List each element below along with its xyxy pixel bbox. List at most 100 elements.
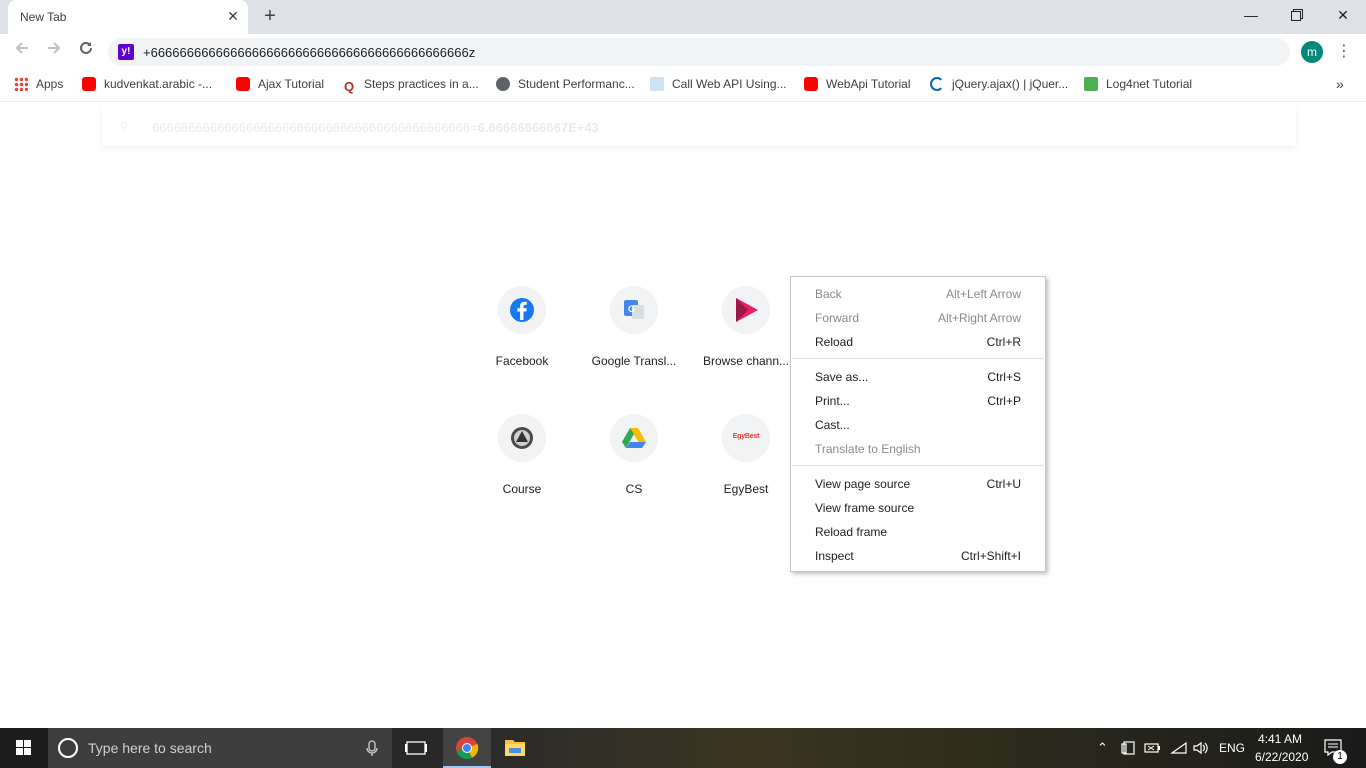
new-tab-button[interactable]: + xyxy=(258,5,282,29)
facebook-icon xyxy=(498,286,546,334)
taskbar-search-box[interactable]: Type here to search xyxy=(48,728,392,768)
taskbar-file-explorer[interactable] xyxy=(491,728,539,768)
bookmark-label: WebApi Tutorial xyxy=(826,77,911,91)
context-menu-forward[interactable]: Forward Alt+Right Arrow xyxy=(791,306,1045,330)
bookmark-label: Log4net Tutorial xyxy=(1106,77,1193,91)
microphone-icon xyxy=(366,740,378,756)
context-menu-reload-frame[interactable]: Reload frame xyxy=(791,520,1045,544)
context-menu-inspect[interactable]: Inspect Ctrl+Shift+I xyxy=(791,544,1045,568)
context-menu-view-page-source[interactable]: View page source Ctrl+U xyxy=(791,472,1045,496)
egybest-logo-text: EgyBest xyxy=(732,433,760,440)
windows-logo-icon xyxy=(16,740,31,755)
context-menu-cast[interactable]: Cast... xyxy=(791,413,1045,437)
jquery-icon xyxy=(930,77,944,91)
show-hidden-icons[interactable]: ⌃ xyxy=(1097,740,1108,756)
tab-close-icon[interactable]: ✕ xyxy=(224,7,242,25)
tile-cs[interactable]: CS xyxy=(578,404,690,516)
task-view-icon xyxy=(405,741,427,755)
profile-avatar[interactable]: m xyxy=(1301,41,1323,63)
clock-time[interactable]: 4:41 AM xyxy=(1258,732,1302,746)
bookmark-ajax-tutorial[interactable]: Ajax Tutorial xyxy=(236,77,324,95)
chrome-icon xyxy=(456,737,479,759)
tab-new-tab[interactable]: New Tab ✕ xyxy=(8,0,248,34)
volume-icon[interactable] xyxy=(1192,740,1210,756)
wifi-icon[interactable] xyxy=(1170,740,1188,756)
back-button[interactable] xyxy=(10,40,34,64)
tab-strip: New Tab ✕ + — ✕ xyxy=(0,0,1366,34)
taskbar: Type here to search ⌃ ENG 4:41 AM 6/22/2… xyxy=(0,728,1366,768)
context-menu-print[interactable]: Print... Ctrl+P xyxy=(791,389,1045,413)
svg-text:G: G xyxy=(628,304,635,314)
start-button[interactable] xyxy=(0,728,48,768)
bookmark-label: Call Web API Using... xyxy=(672,77,787,91)
address-bar-text[interactable]: +666666666666666666666666666666666666666… xyxy=(143,45,475,60)
context-menu-separator xyxy=(792,465,1044,466)
battery-icon[interactable] xyxy=(1144,740,1162,756)
reload-icon xyxy=(80,41,92,54)
bookmarks-overflow-icon[interactable]: » xyxy=(1336,76,1344,92)
tab-title: New Tab xyxy=(20,10,67,24)
youtube-icon xyxy=(804,77,818,91)
bookmark-call-web-api[interactable]: Call Web API Using... xyxy=(650,77,787,95)
web-api-icon xyxy=(650,77,664,91)
taskbar-search-placeholder: Type here to search xyxy=(88,740,212,756)
language-indicator[interactable]: ENG xyxy=(1219,741,1245,755)
bookmark-steps-practices[interactable]: Q Steps practices in a... xyxy=(342,77,479,95)
apps-grid-icon xyxy=(14,77,28,91)
youtube-icon xyxy=(82,77,96,91)
toolbar: y! +666666666666666666666666666666666666… xyxy=(0,34,1366,70)
bookmark-webapi-tutorial[interactable]: WebApi Tutorial xyxy=(804,77,911,95)
play-icon xyxy=(722,286,770,334)
quora-icon: Q xyxy=(343,79,355,94)
bookmark-kudvenkat[interactable]: kudvenkat.arabic -... xyxy=(82,77,212,95)
google-translate-icon: G xyxy=(610,286,658,334)
bookmark-jquery-ajax[interactable]: jQuery.ajax() | jQuer... xyxy=(930,77,1068,95)
minimize-button[interactable]: — xyxy=(1228,0,1274,30)
tile-label: Facebook xyxy=(495,354,549,368)
close-window-button[interactable]: ✕ xyxy=(1320,0,1366,30)
tile-label: Browse chann... xyxy=(702,354,790,368)
forward-button[interactable] xyxy=(42,40,66,64)
arrow-right-icon xyxy=(48,42,61,54)
bookmark-label: kudvenkat.arabic -... xyxy=(104,77,213,91)
cortana-icon xyxy=(58,738,78,758)
youtube-icon xyxy=(236,77,250,91)
bookmark-label: Ajax Tutorial xyxy=(258,77,325,91)
context-menu: Back Alt+Left Arrow Forward Alt+Right Arro… xyxy=(790,276,1046,572)
clock-date[interactable]: 6/22/2020 xyxy=(1255,750,1308,764)
context-menu-back[interactable]: Back Alt+Left Arrow xyxy=(791,282,1045,306)
reload-button[interactable] xyxy=(74,40,98,64)
tile-browse-channels[interactable]: Browse chann... xyxy=(690,276,802,388)
tile-egybest[interactable]: EgyBest EgyBest xyxy=(690,404,802,516)
globe-icon xyxy=(496,77,510,91)
suggestion-text: 6666666666666666666666666666666666666666… xyxy=(152,120,599,135)
bookmark-student-performance[interactable]: Student Performanc... xyxy=(496,77,635,95)
bookmark-log4net[interactable]: Log4net Tutorial xyxy=(1084,77,1192,95)
context-menu-save-as[interactable]: Save as... Ctrl+S xyxy=(791,365,1045,389)
context-menu-reload[interactable]: Reload Ctrl+R xyxy=(791,330,1045,354)
egybest-icon: EgyBest xyxy=(722,414,770,462)
address-bar[interactable]: y! +666666666666666666666666666666666666… xyxy=(108,38,1290,66)
chrome-menu-icon[interactable]: ⋮ xyxy=(1334,40,1354,64)
tile-google-translate[interactable]: G Google Transl... xyxy=(578,276,690,388)
bookmark-label: Student Performanc... xyxy=(518,77,635,91)
tile-course[interactable]: Course xyxy=(466,404,578,516)
log4net-icon xyxy=(1084,77,1098,91)
context-menu-separator xyxy=(792,358,1044,359)
task-view-button[interactable] xyxy=(392,728,440,768)
tile-label: CS xyxy=(625,482,643,496)
context-menu-translate[interactable]: Translate to English xyxy=(791,437,1045,461)
search-icon: ⚲ xyxy=(120,121,129,133)
bookmark-label: jQuery.ajax() | jQuer... xyxy=(952,77,1069,91)
context-menu-view-frame-source[interactable]: View frame source xyxy=(791,496,1045,520)
tile-facebook[interactable]: Facebook xyxy=(466,276,578,388)
tablet-icon[interactable] xyxy=(1121,740,1137,756)
bookmark-apps[interactable]: Apps xyxy=(14,77,63,95)
folder-icon xyxy=(505,740,525,756)
notification-count-badge: 1 xyxy=(1333,750,1347,764)
tile-label: Google Transl... xyxy=(591,354,677,368)
bookmarks-bar: Apps kudvenkat.arabic -... Ajax Tutorial… xyxy=(0,70,1366,102)
restore-button[interactable] xyxy=(1274,0,1320,30)
tile-label: EgyBest xyxy=(723,482,769,496)
taskbar-chrome[interactable] xyxy=(443,728,491,768)
